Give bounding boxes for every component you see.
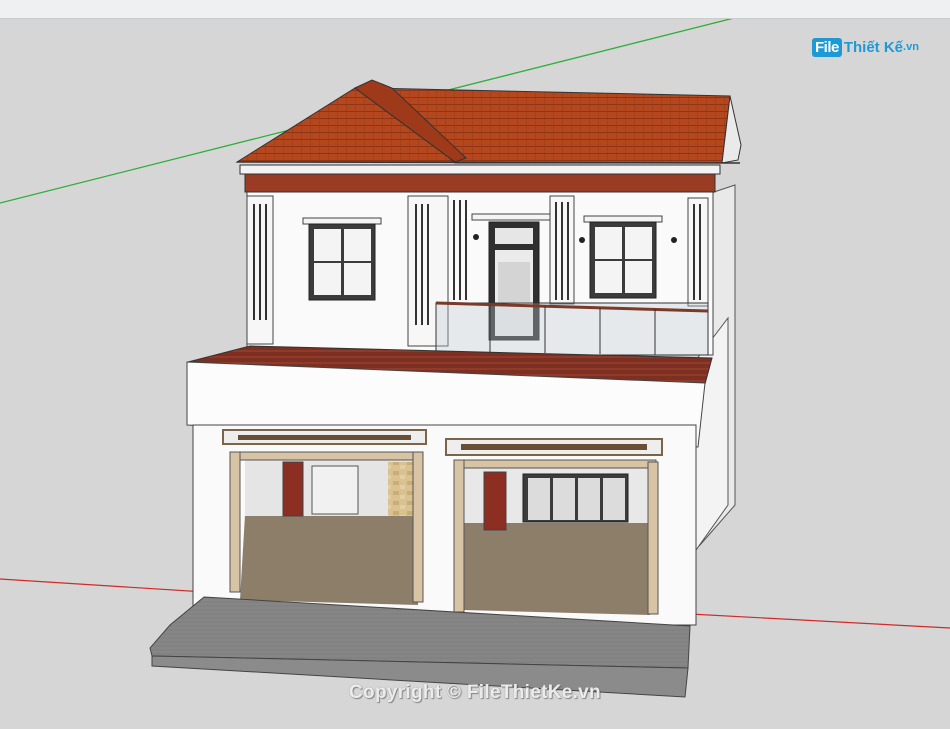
cornice-band — [244, 173, 716, 193]
upper-pilaster-left — [246, 195, 274, 345]
interior-column-left — [282, 461, 304, 517]
model-viewport[interactable]: File Thiết Kế .vn Copyright © FileThietK… — [0, 19, 950, 729]
logo-badge: File — [812, 37, 842, 57]
balcony-railing — [435, 301, 709, 356]
cornice-strip — [239, 164, 721, 175]
red-axis-line-left — [0, 578, 206, 593]
site-logo: File Thiết Kế .vn — [812, 35, 919, 59]
garage-floor-left — [240, 515, 418, 605]
logo-suffix: .vn — [903, 41, 919, 53]
glass-pane — [553, 478, 575, 520]
transom-vent-right — [445, 438, 663, 456]
red-axis-line-right — [689, 613, 950, 629]
glass-pane — [578, 478, 600, 520]
upper-left-window — [302, 217, 382, 301]
transom-vent-left — [222, 429, 427, 445]
interior-window-left — [311, 465, 359, 515]
toolbar-strip — [0, 0, 950, 19]
garage-floor-right — [463, 520, 650, 615]
glass-pane — [528, 478, 550, 520]
roof-eave-line — [236, 161, 741, 164]
interior-column-right — [483, 471, 507, 531]
logo-brand: Thiết Kế — [843, 38, 904, 56]
house-3d-model[interactable] — [0, 19, 950, 729]
copyright-watermark: Copyright © FileThietKe.vn — [349, 682, 601, 703]
glass-pane — [603, 478, 625, 520]
